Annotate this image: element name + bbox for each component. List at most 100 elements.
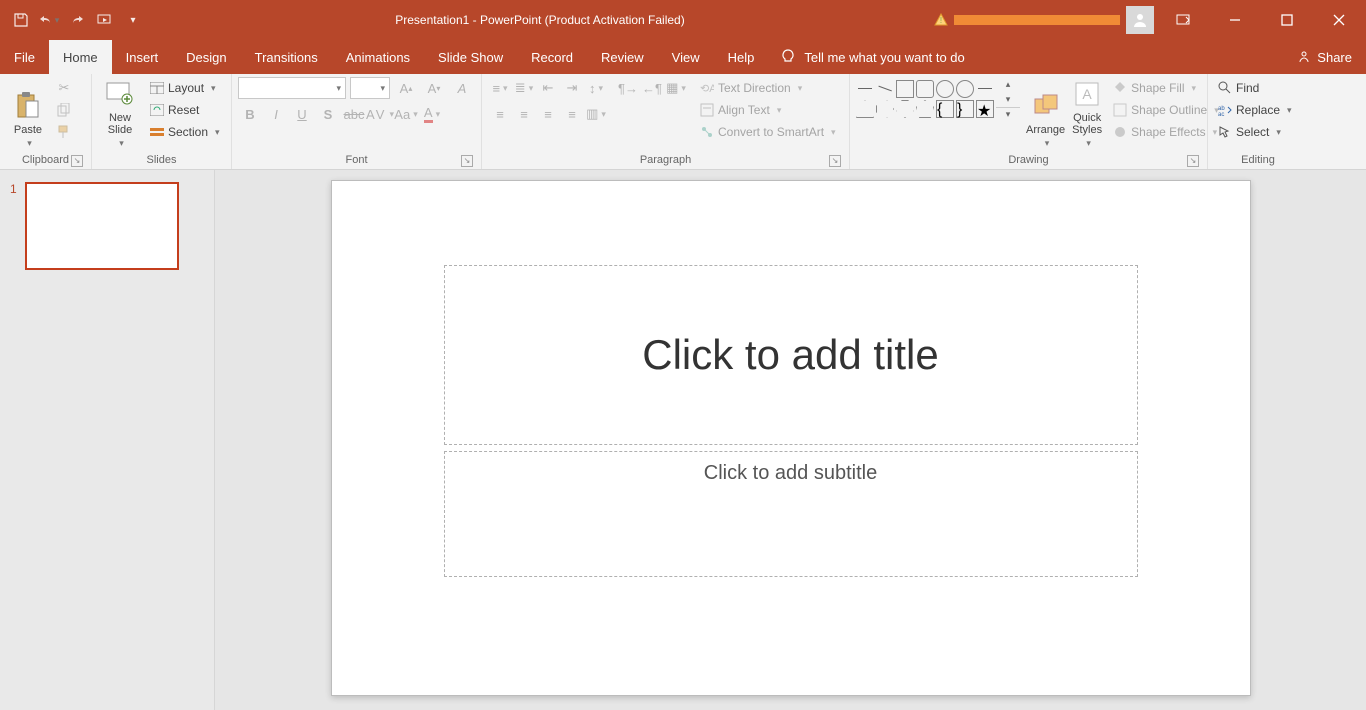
slide-canvas-area[interactable]: Click to add title Click to add subtitle: [215, 170, 1366, 710]
columns-icon[interactable]: ▥: [584, 103, 608, 125]
align-text-button[interactable]: Align Text: [696, 99, 840, 121]
tab-animations[interactable]: Animations: [332, 40, 424, 74]
shape-down-arrow[interactable]: [896, 100, 914, 118]
rtl-icon[interactable]: ←¶: [640, 77, 664, 99]
shape-line-arrow[interactable]: [873, 77, 896, 100]
ribbon-display-options-icon[interactable]: [1160, 0, 1206, 40]
activation-warning[interactable]: !: [934, 13, 1120, 27]
qat-customize-icon[interactable]: ▾: [120, 6, 146, 34]
section-button[interactable]: Section: [146, 121, 224, 143]
bold-icon[interactable]: B: [238, 103, 262, 125]
tab-help[interactable]: Help: [714, 40, 769, 74]
align-left-icon[interactable]: ≡: [488, 103, 512, 125]
shape-outline-button[interactable]: Shape Outline: [1109, 99, 1223, 121]
shape-triangle[interactable]: [856, 100, 874, 118]
format-painter-icon[interactable]: [52, 121, 76, 143]
align-right-icon[interactable]: ≡: [536, 103, 560, 125]
tab-insert[interactable]: Insert: [112, 40, 173, 74]
account-avatar[interactable]: [1126, 6, 1154, 34]
decrease-indent-icon[interactable]: ⇤: [536, 77, 560, 99]
ltr-icon[interactable]: ¶→: [616, 77, 640, 99]
shape-brace2[interactable]: }: [956, 100, 974, 118]
numbering-icon[interactable]: ≣: [512, 77, 536, 99]
share-button[interactable]: Share: [1283, 40, 1366, 74]
change-case-icon[interactable]: Aa: [394, 103, 418, 125]
shadow-icon[interactable]: S: [316, 103, 340, 125]
replace-button[interactable]: abacReplace: [1214, 99, 1296, 121]
tell-me-search[interactable]: Tell me what you want to do: [768, 40, 976, 74]
italic-icon[interactable]: I: [264, 103, 288, 125]
font-color-icon[interactable]: A: [420, 103, 444, 125]
increase-indent-icon[interactable]: ⇥: [560, 77, 584, 99]
char-spacing-icon[interactable]: AV: [368, 103, 392, 125]
justify-icon[interactable]: ≡: [560, 103, 584, 125]
tab-record[interactable]: Record: [517, 40, 587, 74]
shapes-more-icon[interactable]: ▾: [996, 107, 1020, 121]
bullets-icon[interactable]: ≡: [488, 77, 512, 99]
font-family-combo[interactable]: ▾: [238, 77, 346, 99]
redo-icon[interactable]: [64, 6, 90, 34]
tab-home[interactable]: Home: [49, 40, 112, 74]
quick-styles-button[interactable]: A Quick Styles: [1071, 77, 1103, 149]
clear-formatting-icon[interactable]: A: [450, 77, 474, 99]
clipboard-dialog-launcher[interactable]: ↘: [71, 155, 83, 167]
shape-rectangle[interactable]: [896, 80, 914, 98]
tab-slideshow[interactable]: Slide Show: [424, 40, 517, 74]
strikethrough-icon[interactable]: abc: [342, 103, 366, 125]
close-button[interactable]: [1316, 0, 1362, 40]
shape-star[interactable]: ★: [976, 100, 994, 118]
save-icon[interactable]: [8, 6, 34, 34]
decrease-font-icon[interactable]: A▾: [422, 77, 446, 99]
paste-button[interactable]: Paste: [6, 77, 50, 149]
reset-icon: [150, 104, 164, 116]
subtitle-placeholder[interactable]: Click to add subtitle: [444, 451, 1138, 577]
shapes-gallery[interactable]: { } ★ ▴ ▾ ▾: [856, 77, 1020, 121]
layout-button[interactable]: Layout: [146, 77, 224, 99]
shape-connector[interactable]: [976, 80, 994, 98]
undo-icon[interactable]: ▾: [36, 6, 62, 34]
tab-design[interactable]: Design: [172, 40, 240, 74]
font-dialog-launcher[interactable]: ↘: [461, 155, 473, 167]
maximize-button[interactable]: [1264, 0, 1310, 40]
convert-smartart-button[interactable]: Convert to SmartArt: [696, 121, 840, 143]
shape-rounded-rect[interactable]: [916, 80, 934, 98]
shape-right-arrow[interactable]: [876, 100, 894, 118]
shapes-scroll-up-icon[interactable]: ▴: [996, 77, 1020, 91]
shape-fill-button[interactable]: Shape Fill: [1109, 77, 1223, 99]
shapes-scroll-down-icon[interactable]: ▾: [996, 92, 1020, 106]
shape-oval[interactable]: [936, 80, 954, 98]
reset-button[interactable]: Reset: [146, 99, 224, 121]
copy-icon[interactable]: [52, 99, 76, 121]
underline-icon[interactable]: U: [290, 103, 314, 125]
shape-pentagon[interactable]: [916, 100, 934, 118]
increase-font-icon[interactable]: A▴: [394, 77, 418, 99]
drawing-dialog-launcher[interactable]: ↘: [1187, 155, 1199, 167]
slide-thumbnails-pane[interactable]: 1: [0, 170, 215, 710]
shape-fill-icon: [1113, 81, 1127, 95]
tab-view[interactable]: View: [658, 40, 714, 74]
paragraph-dialog-launcher[interactable]: ↘: [829, 155, 841, 167]
thumbnail-slide-1[interactable]: 1: [10, 182, 204, 270]
select-button[interactable]: Select: [1214, 121, 1285, 143]
arrange-button[interactable]: Arrange: [1026, 77, 1065, 149]
add-remove-columns-icon[interactable]: ▦: [664, 77, 688, 99]
thumbnail-preview[interactable]: [25, 182, 179, 270]
shape-brace[interactable]: {: [936, 100, 954, 118]
cut-icon[interactable]: ✂: [52, 77, 76, 99]
shape-effects-button[interactable]: Shape Effects: [1109, 121, 1223, 143]
tab-file[interactable]: File: [0, 40, 49, 74]
minimize-button[interactable]: [1212, 0, 1258, 40]
line-spacing-icon[interactable]: ↕: [584, 77, 608, 99]
slide[interactable]: Click to add title Click to add subtitle: [331, 180, 1251, 696]
shape-line[interactable]: [856, 80, 874, 98]
text-direction-button[interactable]: ⟲AText Direction: [696, 77, 840, 99]
font-size-combo[interactable]: ▾: [350, 77, 390, 99]
shape-circle[interactable]: [956, 80, 974, 98]
tab-review[interactable]: Review: [587, 40, 658, 74]
new-slide-button[interactable]: New Slide: [98, 77, 142, 149]
tab-transitions[interactable]: Transitions: [241, 40, 332, 74]
title-placeholder[interactable]: Click to add title: [444, 265, 1138, 445]
start-from-beginning-icon[interactable]: [92, 6, 118, 34]
group-clipboard: Paste ✂ Clipboard↘: [0, 74, 92, 169]
align-center-icon[interactable]: ≡: [512, 103, 536, 125]
